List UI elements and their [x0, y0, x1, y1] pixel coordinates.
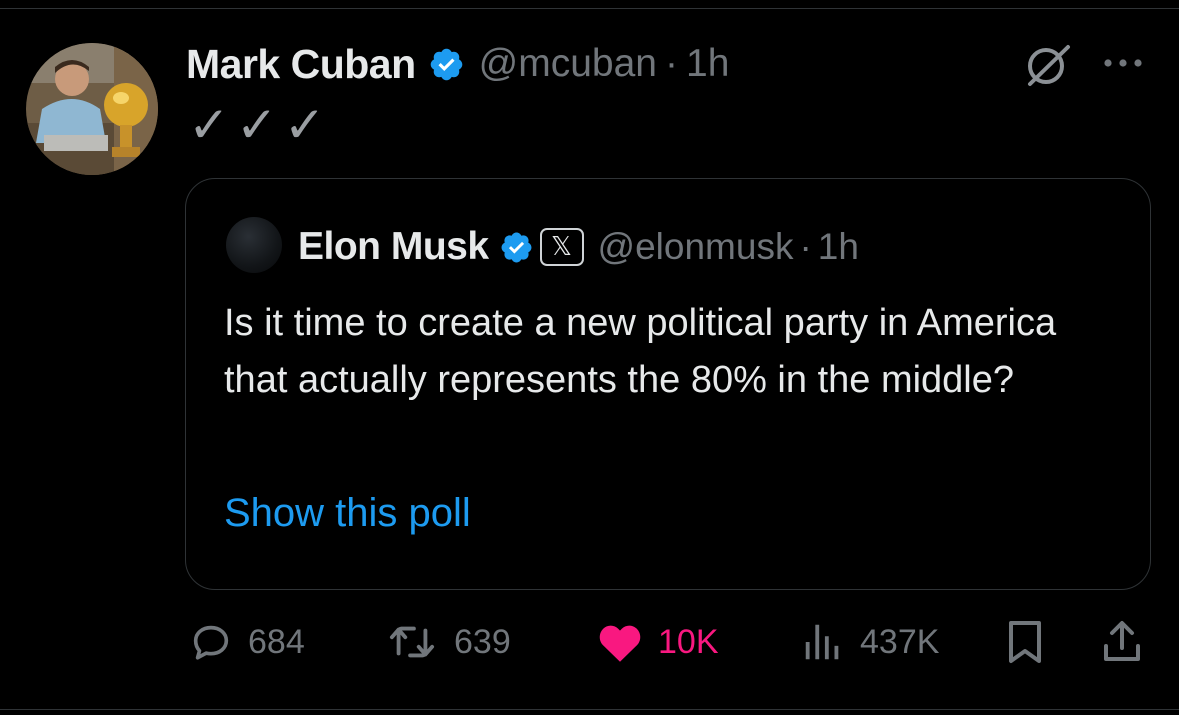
separator-dot: ·: [799, 226, 812, 267]
more-icon[interactable]: [1100, 48, 1146, 78]
post-timestamp[interactable]: 1h: [686, 42, 729, 86]
quoted-post-card[interactable]: Elon Musk 𝕏 @elonmusk · 1h Is it time to…: [185, 178, 1151, 590]
author-name[interactable]: Mark Cuban: [186, 41, 416, 88]
verified-badge-icon: [428, 46, 465, 83]
separator-dot: ·: [665, 42, 678, 85]
quoted-author-handle[interactable]: @elonmusk: [598, 226, 794, 268]
like-button[interactable]: 10K: [596, 612, 719, 672]
quoted-post-header: Elon Musk 𝕏 @elonmusk · 1h: [298, 219, 859, 275]
reply-button[interactable]: 684: [188, 612, 305, 672]
repost-count: 639: [454, 622, 511, 661]
bookmark-button[interactable]: [1004, 612, 1046, 672]
post-header: Mark Cuban @mcuban · 1h: [186, 38, 729, 90]
top-divider: [0, 8, 1179, 9]
quoted-post-text: Is it time to create a new political par…: [224, 302, 1057, 401]
share-icon: [1104, 621, 1140, 661]
bookmark-icon: [1009, 621, 1041, 663]
views-button[interactable]: 437K: [800, 612, 939, 672]
quoted-author-name[interactable]: Elon Musk: [298, 225, 489, 269]
repost-button[interactable]: 639: [384, 612, 511, 672]
author-avatar[interactable]: [26, 43, 158, 175]
reply-icon: [193, 625, 229, 660]
repost-icon: [389, 626, 435, 658]
views-icon: [805, 624, 839, 660]
grok-icon[interactable]: [1024, 44, 1072, 88]
share-button[interactable]: [1100, 612, 1144, 672]
like-count: 10K: [658, 622, 719, 661]
show-poll-link[interactable]: Show this poll: [224, 491, 471, 536]
x-affiliate-badge: 𝕏: [539, 228, 584, 266]
verified-badge-icon: [499, 230, 534, 265]
view-count: 437K: [860, 622, 940, 661]
bottom-divider: [0, 709, 1179, 710]
quoted-author-avatar[interactable]: [226, 217, 282, 273]
post-text: ✓✓✓: [188, 96, 332, 154]
reply-count: 684: [248, 622, 305, 661]
quoted-post-timestamp[interactable]: 1h: [818, 226, 859, 268]
action-bar: 684 639 10K 437K: [0, 612, 1179, 672]
like-icon: [599, 625, 641, 662]
author-handle[interactable]: @mcuban: [479, 42, 657, 86]
